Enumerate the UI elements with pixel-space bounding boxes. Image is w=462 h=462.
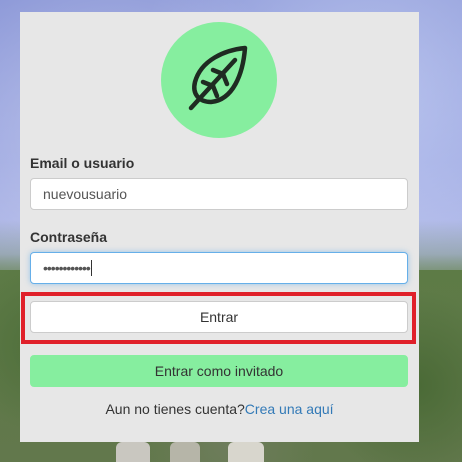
password-label: Contraseña: [30, 229, 108, 245]
signup-row: Aun no tienes cuenta?Crea una aquí: [20, 401, 419, 417]
guest-login-button[interactable]: Entrar como invitado: [30, 355, 408, 387]
signup-prompt: Aun no tienes cuenta?: [105, 401, 245, 417]
background-figure: [228, 442, 264, 462]
email-label: Email o usuario: [30, 155, 135, 171]
login-card: Email o usuario nuevousuario Contraseña …: [20, 12, 419, 442]
background-figure: [170, 442, 200, 462]
password-value: ••••••••••••: [43, 260, 91, 276]
background-figure: [116, 442, 150, 462]
logo: [161, 22, 277, 138]
email-field[interactable]: nuevousuario: [30, 178, 408, 210]
text-caret: [90, 260, 92, 276]
signup-link[interactable]: Crea una aquí: [245, 401, 334, 417]
password-field[interactable]: ••••••••••••: [30, 252, 408, 284]
leaf-icon: [179, 38, 259, 123]
login-button-highlight: [21, 292, 416, 344]
email-value: nuevousuario: [43, 186, 128, 202]
